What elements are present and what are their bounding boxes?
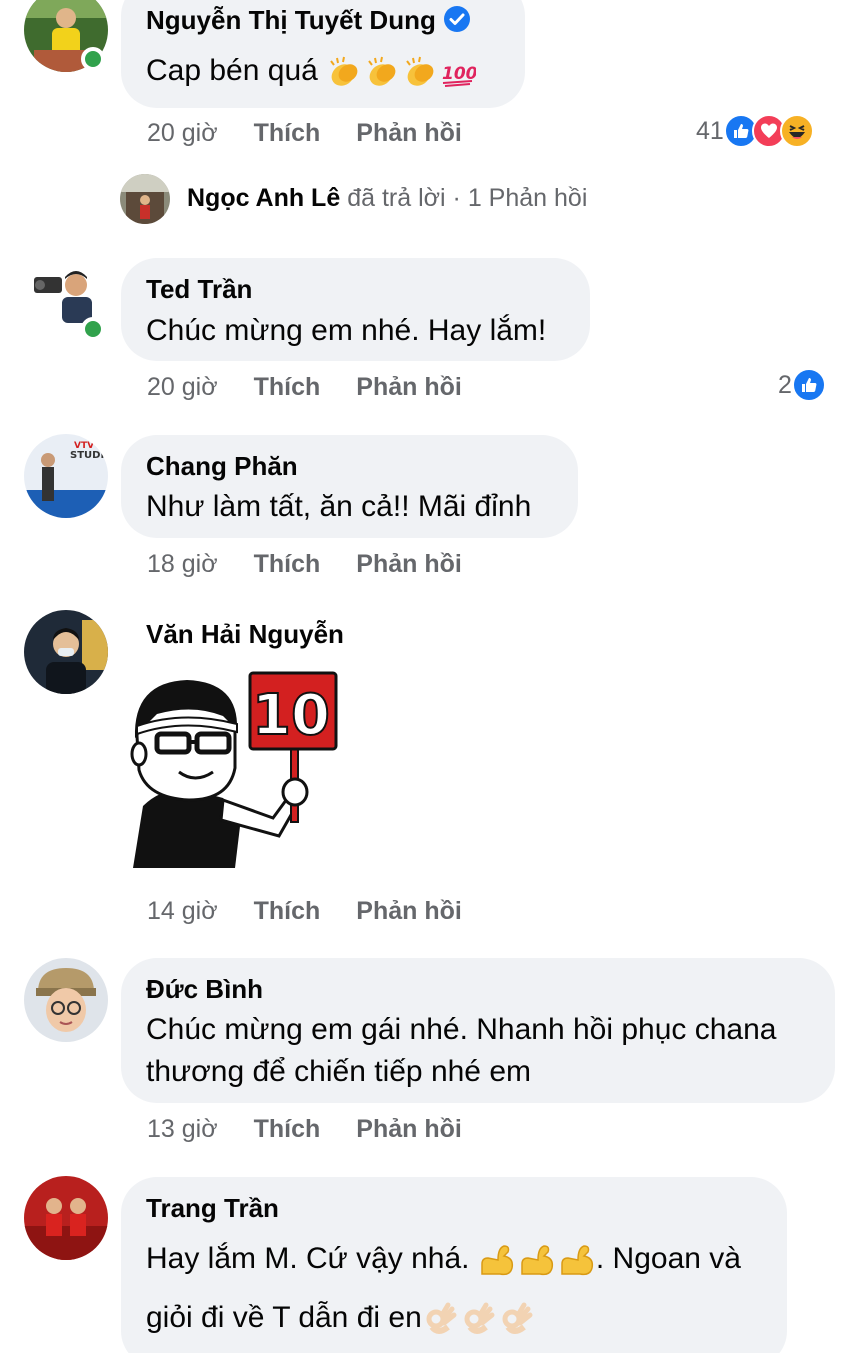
like-button[interactable]: Thích [254, 119, 321, 148]
reply-summary[interactable]: Ngọc Anh Lê đã trả lời · 1 Phản hồi [187, 184, 587, 213]
clapping-hands-icon [330, 56, 358, 86]
comment-emojis [478, 1242, 596, 1278]
comment-actions: 18 giờ Thích Phản hồi [147, 550, 462, 579]
online-status-dot [81, 317, 105, 341]
like-button[interactable]: Thích [254, 897, 321, 926]
flexed-biceps-icon [481, 1245, 513, 1276]
svg-text:STUDIO: STUDIO [70, 450, 108, 461]
haha-reaction-icon [779, 114, 814, 148]
flexed-biceps-icon [521, 1245, 553, 1276]
score-10-sign-sticker[interactable]: 10 [123, 668, 343, 882]
like-button[interactable]: Thích [254, 550, 321, 579]
comment-text: Như làm tất, ăn cả!! Mãi đỉnh [146, 490, 532, 523]
comment-text: Chúc mừng em nhé. Hay lắm! [146, 314, 547, 347]
comment-author[interactable]: Trang Trần [146, 1193, 279, 1224]
author-name[interactable]: Nguyễn Thị Tuyết Dung [146, 5, 436, 35]
avatar-duc-binh[interactable] [24, 958, 108, 1042]
comment-emojis [422, 1301, 534, 1337]
like-button[interactable]: Thích [254, 373, 321, 402]
avatar-chang-phan[interactable]: STUDIOVTV [24, 434, 108, 518]
online-status-dot [81, 47, 105, 71]
ok-hand-icon [426, 1302, 457, 1335]
ok-hand-icon [464, 1302, 495, 1335]
comment-text-line: Hay lắm M. Cứ vậy nhá. . Ngoan và [146, 1242, 741, 1278]
avatar-ngoc-anh-le[interactable] [120, 174, 170, 224]
comment-time[interactable]: 14 giờ [147, 897, 218, 926]
comment-author[interactable]: Đức Bình [146, 974, 263, 1005]
hundred-points-icon: 100 [442, 64, 476, 88]
comment-actions: 13 giờ Thích Phản hồi [147, 1115, 462, 1144]
comment-actions: 20 giờ Thích Phản hồi [147, 119, 462, 148]
reply-button[interactable]: Phản hồi [356, 373, 462, 402]
comment-author[interactable]: Chang Phăn [146, 451, 298, 482]
like-reaction-icon [791, 368, 826, 402]
comment-time[interactable]: 18 giờ [147, 550, 218, 579]
sticker-score-text: 10 [252, 683, 330, 748]
comment-text-line: thương để chiến tiếp nhé em [146, 1055, 532, 1088]
reply-action: đã trả lời [347, 184, 446, 212]
reaction-count: 2 [778, 370, 792, 399]
clapping-hands-icon [368, 56, 396, 86]
comment-time[interactable]: 20 giờ [147, 373, 218, 402]
like-button[interactable]: Thích [254, 1115, 321, 1144]
comment-emojis: 100 [326, 55, 476, 89]
reply-button[interactable]: Phản hồi [356, 1115, 462, 1144]
reaction-count: 41 [696, 116, 724, 145]
comment-time[interactable]: 13 giờ [147, 1115, 218, 1144]
reaction-summary[interactable]: 41 [696, 114, 814, 148]
comment-actions: 14 giờ Thích Phản hồi [147, 897, 462, 926]
avatar-van-hai-nguyen[interactable] [24, 610, 108, 694]
ok-hand-icon [502, 1302, 533, 1335]
comment-author[interactable]: Ted Trần [146, 274, 252, 305]
comment-actions: 20 giờ Thích Phản hồi [147, 373, 462, 402]
reply-button[interactable]: Phản hồi [356, 119, 462, 148]
reply-button[interactable]: Phản hồi [356, 897, 462, 926]
comment-time[interactable]: 20 giờ [147, 119, 218, 148]
comment-text-line: giỏi đi về T dẫn đi en [146, 1301, 534, 1337]
comment-thread: Nguyễn Thị Tuyết Dung Cap bén quá 100 20… [0, 0, 860, 1353]
reply-count[interactable]: 1 Phản hồi [468, 184, 588, 212]
comment-author[interactable]: Nguyễn Thị Tuyết Dung [146, 5, 470, 36]
reply-separator: · [452, 184, 461, 212]
svg-text:VTV: VTV [74, 441, 94, 451]
comment-text-line: Chúc mừng em gái nhé. Nhanh hồi phục cha… [146, 1013, 777, 1046]
flexed-biceps-icon [561, 1245, 593, 1276]
reaction-summary[interactable]: 2 [778, 368, 826, 402]
reply-author[interactable]: Ngọc Anh Lê [187, 184, 340, 212]
verified-badge-icon [443, 6, 470, 32]
clapping-hands-icon [406, 56, 434, 86]
comment-text: Cap bén quá 100 [146, 54, 476, 89]
avatar-trang-tran[interactable] [24, 1176, 108, 1260]
reply-button[interactable]: Phản hồi [356, 550, 462, 579]
comment-author[interactable]: Văn Hải Nguyễn [146, 619, 344, 650]
